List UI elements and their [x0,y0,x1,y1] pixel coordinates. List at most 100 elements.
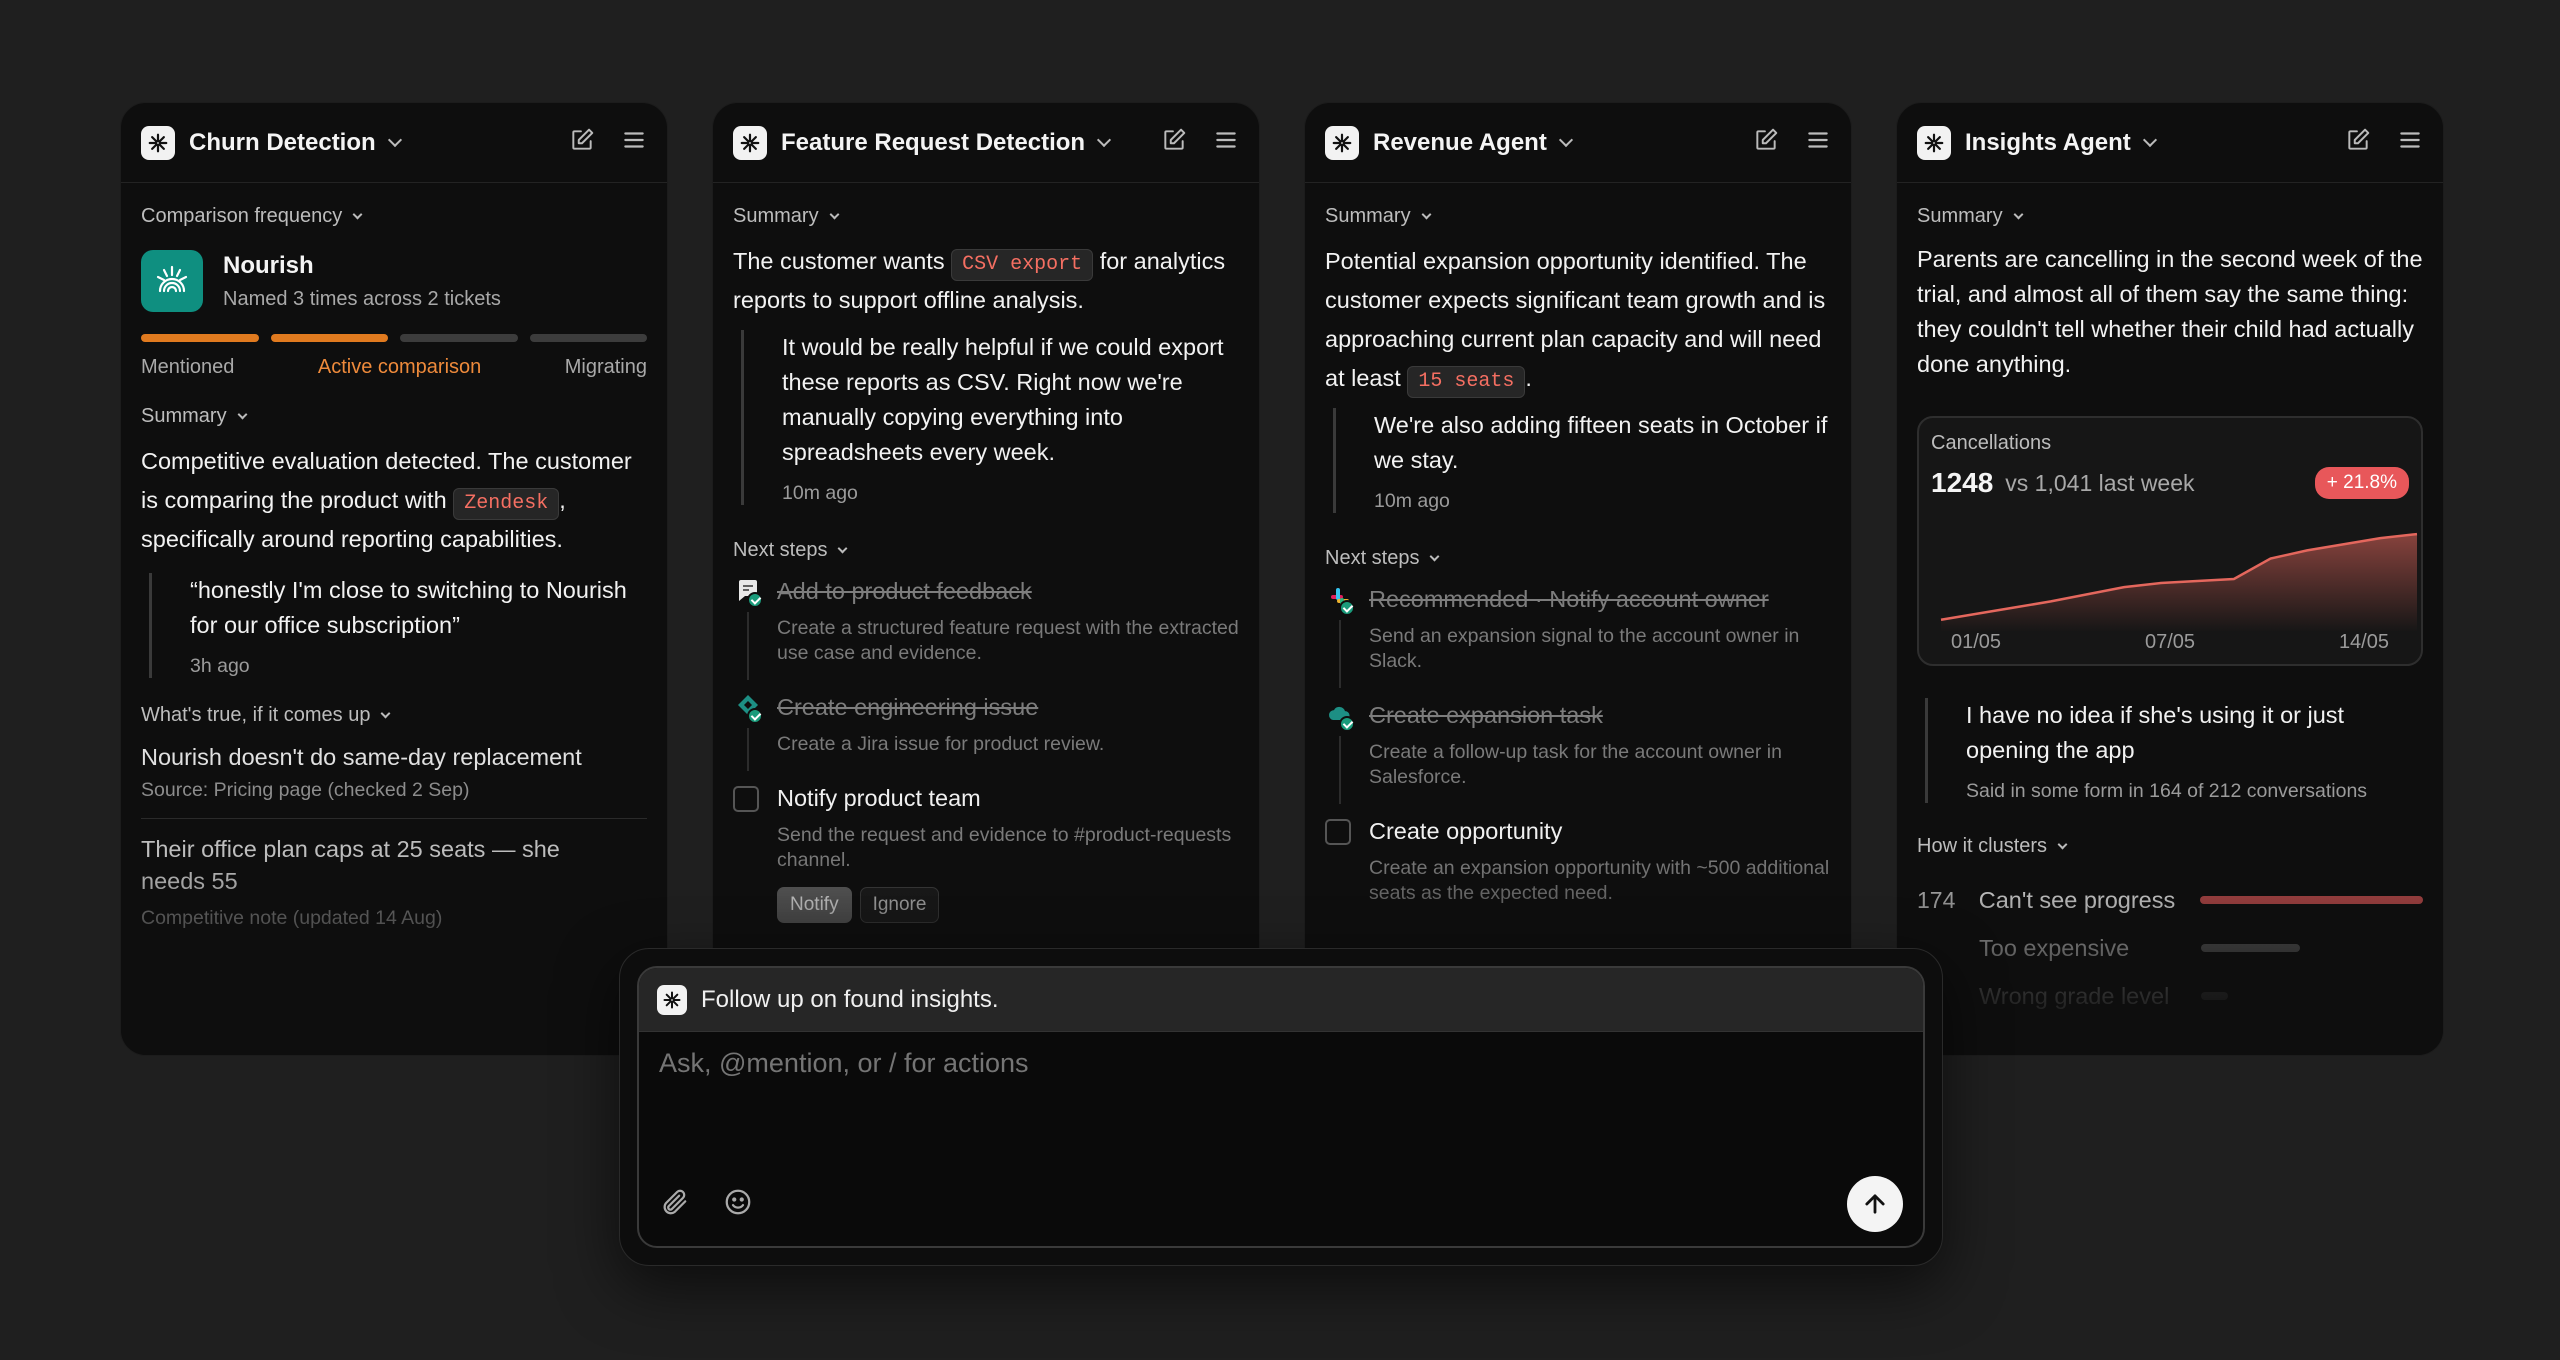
quote-text: “honestly I'm close to switching to Nour… [190,577,627,638]
progress-segment [529,334,647,342]
cluster-row[interactable]: Wrong grade level [1917,972,2423,1020]
step-title: Create engineering issue [777,694,1039,720]
chevron-down-icon [829,209,840,220]
arrow-up-icon [1865,1194,1885,1214]
progress-labels: Mentioned Active comparison Migrating [141,356,647,379]
cluster-row[interactable]: 174 Can't see progress [1917,876,2423,924]
step-item[interactable]: Create engineering issue Create a Jira i… [733,692,1239,771]
edit-icon[interactable] [1753,127,1779,158]
send-button[interactable] [1847,1176,1903,1232]
summary-text-part: The customer wants [733,248,945,274]
menu-icon[interactable] [621,127,647,158]
quote-time: 10m ago [1374,490,1450,512]
summary-dropdown[interactable]: Summary [141,405,647,428]
step-item[interactable]: Add to product feedback Create a structu… [733,576,1239,680]
step-checkbox[interactable] [1325,819,1351,845]
menu-icon[interactable] [1213,127,1239,158]
section-label: Summary [1325,205,1411,227]
card-title[interactable]: Revenue Agent [1373,129,1547,157]
composer-context: Follow up on found insights. [701,985,999,1013]
next-steps-dropdown[interactable]: Next steps [733,539,1239,562]
cluster-count: 174 [1917,886,1956,913]
fact-text: Nourish doesn't do same-day replacement [141,744,582,770]
summary-dropdown[interactable]: Summary [1917,205,2423,228]
edit-icon[interactable] [2345,127,2371,158]
chevron-down-icon [381,708,391,719]
summary-text: The customer wants CSV export for analyt… [733,242,1239,320]
progress-segment [400,334,518,342]
stage-label-active: Active comparison [317,356,482,378]
check-icon [1339,716,1355,732]
check-icon [1339,600,1355,616]
step-item[interactable]: Create expansion task Create a follow-up… [1325,700,1831,804]
card-header: Insights Agent [1897,103,2443,183]
quote-text: I have no idea if she's using it or just… [1966,702,2345,763]
summary-text: Parents are cancelling in the second wee… [1917,246,2423,377]
customer-quote: “honestly I'm close to switching to Nour… [149,573,647,678]
card-title[interactable]: Insights Agent [1965,129,2131,157]
x-tick: 07/05 [2144,631,2196,653]
metric-card: Cancellations 1248 vs 1,041 last week + … [1917,416,2423,666]
chevron-down-icon[interactable] [2142,132,2157,147]
company-meta: Named 3 times across 2 tickets [223,287,501,310]
section-label: Next steps [733,539,828,561]
chevron-down-icon[interactable] [387,132,402,147]
step-desc: Create a structured feature request with… [777,617,1239,664]
cluster-row[interactable]: Too expensive [1917,924,2423,972]
chevron-down-icon[interactable] [1097,132,1112,147]
feature-pill[interactable]: CSV export [951,249,1094,281]
metric-compare: vs 1,041 last week [2005,469,2195,496]
menu-icon[interactable] [1805,127,1831,158]
customer-quote: I have no idea if she's using it or just… [1925,698,2423,803]
step-item[interactable]: Notify product team Send the request and… [733,783,1239,923]
step-item[interactable]: Recommended · Notify account owner Send … [1325,584,1831,688]
next-steps-dropdown[interactable]: Next steps [1325,547,1831,570]
fact-source: Source: Pricing page (checked 2 Sep) [141,779,470,801]
step-item[interactable]: Create opportunity Create an expansion o… [1325,816,1831,906]
composer-input[interactable] [659,1048,1559,1079]
summary-dropdown[interactable]: Summary [733,205,1239,228]
x-axis-ticks: 01/05 07/05 14/05 [1951,631,2389,654]
chevron-down-icon [1430,551,1440,562]
chevron-down-icon [2013,209,2024,220]
section-label: Summary [1917,205,2003,227]
comparison-frequency-dropdown[interactable]: Comparison frequency [141,205,647,228]
step-checkbox[interactable] [733,786,759,812]
seats-pill[interactable]: 15 seats [1407,366,1526,398]
edit-icon[interactable] [569,127,595,158]
edit-icon[interactable] [1161,127,1187,158]
composer-box: Follow up on found insights. [637,966,1925,1248]
step-rail [1339,736,1341,804]
chevron-down-icon[interactable] [1558,132,1573,147]
slack-icon [1325,584,1355,688]
x-tick: 14/05 [2338,631,2389,653]
notify-button[interactable]: Notify [777,887,852,923]
jira-icon [733,692,763,771]
x-tick: 01/05 [1951,631,2002,653]
quote-meta: Said in some form in 164 of 212 conversa… [1966,780,2368,802]
card-header: Revenue Agent [1305,103,1851,183]
card-title[interactable]: Churn Detection [189,129,376,157]
progress-segment [141,334,259,342]
cluster-label: Wrong grade level [1979,982,2170,1009]
summary-dropdown[interactable]: Summary [1325,205,1831,228]
chevron-down-icon [352,209,363,220]
step-desc: Create a Jira issue for product review. [777,733,1105,755]
card-title[interactable]: Feature Request Detection [781,129,1085,157]
step-rail [747,612,749,680]
customer-quote: It would be really helpful if we could e… [741,330,1239,505]
agent-logo-icon [733,125,767,160]
check-icon [747,592,763,608]
clusters-dropdown[interactable]: How it clusters [1917,835,2423,858]
menu-icon[interactable] [2397,127,2423,158]
chevron-down-icon [1421,209,1432,220]
step-desc: Create a follow-up task for the account … [1369,741,1782,788]
paperclip-icon[interactable] [659,1187,689,1222]
section-label: Next steps [1325,547,1420,569]
metric-label: Cancellations [1931,432,2052,454]
ignore-button[interactable]: Ignore [859,887,940,923]
competitor-pill[interactable]: Zendesk [453,488,560,520]
emoji-icon[interactable] [723,1187,753,1222]
step-desc: Send the request and evidence to #produc… [777,824,1232,871]
facts-dropdown[interactable]: What's true, if it comes up [141,704,647,727]
